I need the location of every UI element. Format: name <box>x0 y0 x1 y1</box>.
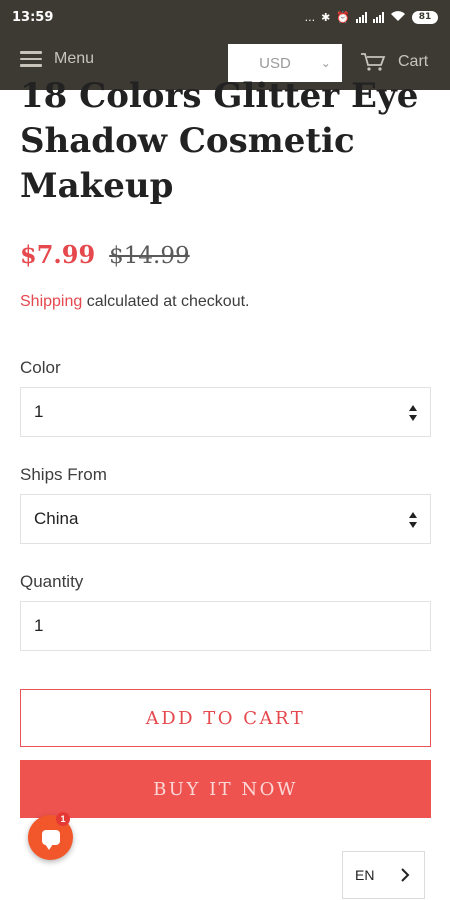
color-select[interactable]: 1 <box>20 387 431 437</box>
currency-value: USD <box>259 54 291 72</box>
color-label: Color <box>20 358 61 377</box>
language-selector[interactable]: EN <box>342 851 425 899</box>
quantity-value: 1 <box>34 616 44 635</box>
chevron-right-icon <box>401 868 410 882</box>
wifi-icon <box>390 10 406 25</box>
status-bar: 13:59 ... ✱ ⏰ 81 <box>0 0 450 34</box>
sale-price: $7.99 <box>20 240 96 269</box>
select-arrows-icon <box>409 512 417 528</box>
status-icons: ... ✱ ⏰ 81 <box>305 10 438 25</box>
signal-icon <box>356 11 367 23</box>
add-to-cart-button[interactable]: ADD TO CART <box>20 689 431 747</box>
quantity-label: Quantity <box>20 572 84 591</box>
product-title: 18 Colors Glitter Eye Shadow Cosmetic Ma… <box>20 76 419 206</box>
chevron-down-icon: ⌄ <box>320 56 331 70</box>
price-row: $7.99 $14.99 <box>20 240 190 269</box>
quantity-input[interactable]: 1 <box>20 601 431 651</box>
bluetooth-icon: ✱ <box>321 10 331 24</box>
ships-from-value: China <box>34 509 79 528</box>
ships-from-select[interactable]: China <box>20 494 431 544</box>
signal-icon-2 <box>373 11 384 23</box>
status-time: 13:59 <box>12 9 54 25</box>
language-code: EN <box>355 867 375 883</box>
battery-icon: 81 <box>412 10 438 24</box>
shipping-text: calculated at checkout. <box>82 293 250 310</box>
more-notifications-icon: ... <box>304 10 316 24</box>
chat-badge: 1 <box>56 812 70 826</box>
shipping-link[interactable]: Shipping <box>20 293 82 310</box>
menu-button[interactable]: Menu <box>20 50 94 68</box>
hamburger-icon <box>20 51 42 67</box>
shipping-note: Shipping calculated at checkout. <box>20 293 250 311</box>
buy-it-now-button[interactable]: BUY IT NOW <box>20 760 431 818</box>
color-value: 1 <box>34 402 44 421</box>
compare-price: $14.99 <box>109 243 190 269</box>
menu-label: Menu <box>54 50 95 67</box>
chat-icon <box>41 830 60 850</box>
cart-button[interactable]: Cart <box>360 52 428 72</box>
ships-from-label: Ships From <box>20 465 107 484</box>
cart-label: Cart <box>398 53 429 70</box>
select-arrows-icon <box>409 405 417 421</box>
alarm-icon: ⏰ <box>336 10 350 24</box>
cart-icon <box>361 53 386 71</box>
